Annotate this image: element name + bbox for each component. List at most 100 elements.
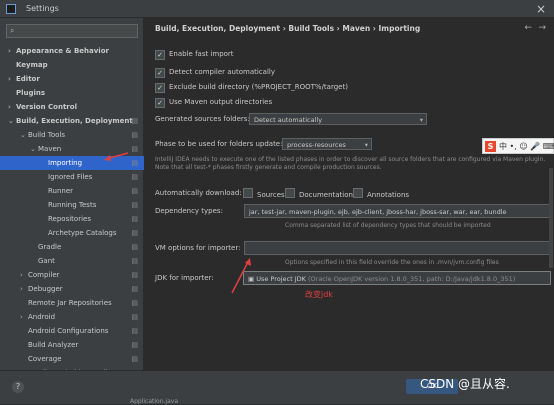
folder-icon: ▣ [248,275,257,283]
sidebar-item[interactable]: Keymap [0,58,144,72]
jdk-label: JDK for importer: [155,274,214,282]
sogou-logo-icon: S [485,141,496,152]
checkbox-check-icon[interactable]: ✓ [155,98,165,108]
sidebar-item-label: Archetype Catalogs [48,229,117,237]
checkbox-detect-compiler[interactable]: ✓ Detect compiler automatically [155,66,275,78]
sidebar-item[interactable]: ⌄ Build Tools ▤ [0,128,144,142]
expand-arrow-icon[interactable]: › [20,268,28,282]
checkbox-box[interactable] [285,188,295,198]
expand-arrow-icon[interactable]: › [20,282,28,296]
sidebar-item[interactable]: ⌄ Maven ▤ [0,142,144,156]
settings-scope-icon: ▤ [131,313,138,321]
expand-arrow-icon[interactable]: ⌄ [8,114,16,128]
sidebar-item[interactable]: ⌄ Build, Execution, Deployment ▤ [0,114,144,128]
phase-hint-1: IntelliJ IDEA needs to execute one of th… [155,156,546,163]
sidebar-item[interactable]: › Compiler ▤ [0,268,144,282]
checkbox-check-icon[interactable]: ✓ [155,68,165,78]
sidebar-item-label: Appearance & Behavior [16,47,109,55]
settings-scope-icon: ▤ [131,201,138,209]
breadcrumb: Build, Execution, Deployment › Build Too… [155,24,421,33]
settings-scope-icon: ▤ [131,131,138,139]
settings-scope-icon: ▤ [131,257,138,265]
intellij-logo-icon [6,4,16,14]
checkbox-sources[interactable]: Sources [243,188,285,200]
sidebar-item[interactable]: Ignored Files ▤ [0,170,144,184]
checkbox-annotations[interactable]: Annotations [353,188,409,200]
expand-arrow-icon[interactable]: ⌄ [20,128,28,142]
ime-status: 中 •, ☺ 🎤 ⌨ ✉ [499,142,554,151]
expand-arrow-icon[interactable]: ⌄ [30,142,38,156]
expand-arrow-icon[interactable]: › [8,100,16,114]
sidebar-item-label: Build, Execution, Deployment [16,117,133,125]
sidebar-item[interactable]: Gant ▤ [0,254,144,268]
title-bar: Settings × [0,0,554,18]
scrollbar[interactable] [549,168,553,268]
dialog-footer: ? OK CSDN @且从容. Application.java [0,370,554,405]
settings-content: Build, Execution, Deployment › Build Too… [145,18,554,370]
checkbox-box[interactable] [353,188,363,198]
sidebar-item[interactable]: Coverage ▤ [0,352,144,366]
ime-toolbar[interactable]: S 中 •, ☺ 🎤 ⌨ ✉ [482,138,554,154]
jdk-select[interactable]: ▣ Use Project JDK (Oracle OpenJDK versio… [243,271,551,285]
settings-scope-icon: ▤ [131,117,138,125]
sidebar-item-label: Plugins [16,89,46,97]
sidebar-item[interactable]: › Version Control [0,100,144,114]
checkbox-check-icon[interactable]: ✓ [155,50,165,60]
sidebar-item-label: Editor [16,75,40,83]
help-button[interactable]: ? [12,381,24,393]
sidebar-item[interactable]: Running Tests ▤ [0,198,144,212]
expand-arrow-icon[interactable]: › [20,310,28,324]
vm-options-input[interactable] [244,241,550,255]
settings-search-input[interactable]: ⌕ [6,24,138,38]
sidebar-item[interactable]: Archetype Catalogs ▤ [0,226,144,240]
checkbox-use-maven-output[interactable]: ✓ Use Maven output directories [155,96,272,108]
sidebar-item[interactable]: › Appearance & Behavior [0,44,144,58]
checkbox-enable-fast-import[interactable]: ✓ Enable fast import [155,48,234,60]
checkbox-exclude-build-dir[interactable]: ✓ Exclude build directory (%PROJECT_ROOT%… [155,81,348,93]
sidebar-item-label: Remote Jar Repositories [28,299,112,307]
chevron-down-icon: ▾ [364,141,368,149]
generated-sources-label: Generated sources folders: [155,115,250,123]
window-title: Settings [26,4,59,13]
forward-arrow-icon[interactable]: → [538,23,546,33]
sidebar-item[interactable]: Remote Jar Repositories ▤ [0,296,144,310]
settings-scope-icon: ▤ [131,159,138,167]
phase-select[interactable]: process-resources ▾ [282,138,372,150]
settings-scope-icon: ▤ [131,145,138,153]
sidebar-item[interactable]: Plugins [0,86,144,100]
checkbox-documentation[interactable]: Documentation [285,188,353,200]
sidebar-item-label: Build Tools [28,131,66,139]
annotation-text: 改变jdk [305,290,333,299]
expand-arrow-icon[interactable]: › [8,44,16,58]
sidebar-item[interactable]: Build Analyzer ▤ [0,338,144,352]
checkbox-box[interactable] [243,188,253,198]
phase-label: Phase to be used for folders update: [155,140,283,148]
search-icon: ⌕ [10,26,15,35]
watermark: CSDN @且从容. [420,377,510,391]
sidebar-item-label: Android [28,313,56,321]
sidebar-item-label: Repositories [48,215,91,223]
sidebar-item[interactable]: Android Configurations ▤ [0,324,144,338]
dependency-types-input[interactable]: jar, test-jar, maven-plugin, ejb, ejb-cl… [244,204,550,218]
dependency-types-hint: Comma separated list of dependency types… [285,222,491,229]
checkbox-check-icon[interactable]: ✓ [155,83,165,93]
auto-download-label: Automatically download: [155,189,242,197]
settings-scope-icon: ▤ [131,327,138,335]
close-icon[interactable]: × [536,2,546,16]
sidebar-item-label: Android Configurations [28,327,109,335]
settings-scope-icon: ▤ [131,271,138,279]
sidebar-item[interactable]: Runner ▤ [0,184,144,198]
back-arrow-icon[interactable]: ← [524,23,532,33]
sidebar-item[interactable]: › Android ▤ [0,310,144,324]
sidebar-item[interactable]: Importing ▤ [0,156,144,170]
sidebar-item[interactable]: Repositories ▤ [0,212,144,226]
generated-sources-select[interactable]: Detect automatically ▾ [249,113,427,125]
sidebar-item-label: Importing [48,159,83,167]
sidebar-item[interactable]: Gradle ▤ [0,240,144,254]
sidebar-item[interactable]: › Editor [0,72,144,86]
sidebar-item-label: Build Analyzer [28,341,79,349]
sidebar-item[interactable]: › Debugger ▤ [0,282,144,296]
expand-arrow-icon[interactable]: › [8,72,16,86]
settings-scope-icon: ▤ [131,187,138,195]
sidebar-item-label: Compiler [28,271,60,279]
